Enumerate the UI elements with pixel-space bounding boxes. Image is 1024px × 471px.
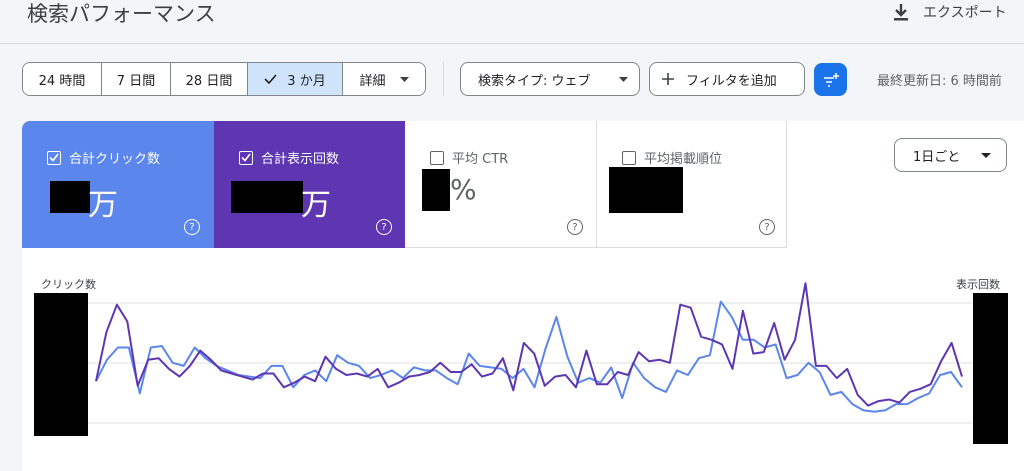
filter-list-icon [823,72,839,87]
range-3m-button[interactable]: 3 か月 [248,63,343,95]
toolbar-divider [443,62,444,96]
export-label: エクスポート [923,5,1007,21]
page-header: 検索パフォーマンス エクスポート [0,0,1024,44]
redacted-left-axis-ticks [34,293,88,436]
range-28d-button[interactable]: 28 日間 [171,63,248,95]
clicks-series-line [95,300,963,413]
search-type-dropdown[interactable]: 検索タイプ: ウェブ [460,62,640,96]
check-icon [264,74,277,84]
date-range-selector: 24 時間 7 日間 28 日間 3 か月 詳細 [22,62,426,96]
toolbar: 24 時間 7 日間 28 日間 3 か月 詳細 検索タイプ: ウェブ フィルタ… [0,62,1024,96]
download-icon [894,4,908,21]
chevron-down-icon [619,77,628,82]
range-7d-button[interactable]: 7 日間 [102,63,171,95]
last-updated-text: 最終更新日: 6 時間前 [877,73,1002,89]
add-filter-label: フィルタを追加 [686,73,777,89]
detail-label: 詳細 [359,73,386,89]
filter-settings-button[interactable] [814,63,847,96]
performance-panel: 合計クリック数 万 ? 合計表示回数 万 ? 平均 CTR % ? 平均掲載順位 [22,121,1024,471]
chevron-down-icon [399,76,409,82]
range-label: 3 か月 [287,73,326,89]
export-button[interactable]: エクスポート [893,0,1007,24]
plus-icon [662,73,674,85]
range-24h-button[interactable]: 24 時間 [23,63,102,95]
range-label: 28 日間 [185,73,233,89]
page-title: 検索パフォーマンス [27,2,216,26]
impressions-series-line [95,282,963,407]
detail-dropdown[interactable]: 詳細 [343,63,425,95]
range-label: 7 日間 [116,73,156,89]
add-filter-button[interactable]: フィルタを追加 [649,62,805,96]
search-type-label: 検索タイプ: ウェブ [478,73,591,89]
performance-line-chart [88,282,973,424]
range-label: 24 時間 [38,73,86,89]
redacted-right-axis-ticks [973,293,1008,444]
